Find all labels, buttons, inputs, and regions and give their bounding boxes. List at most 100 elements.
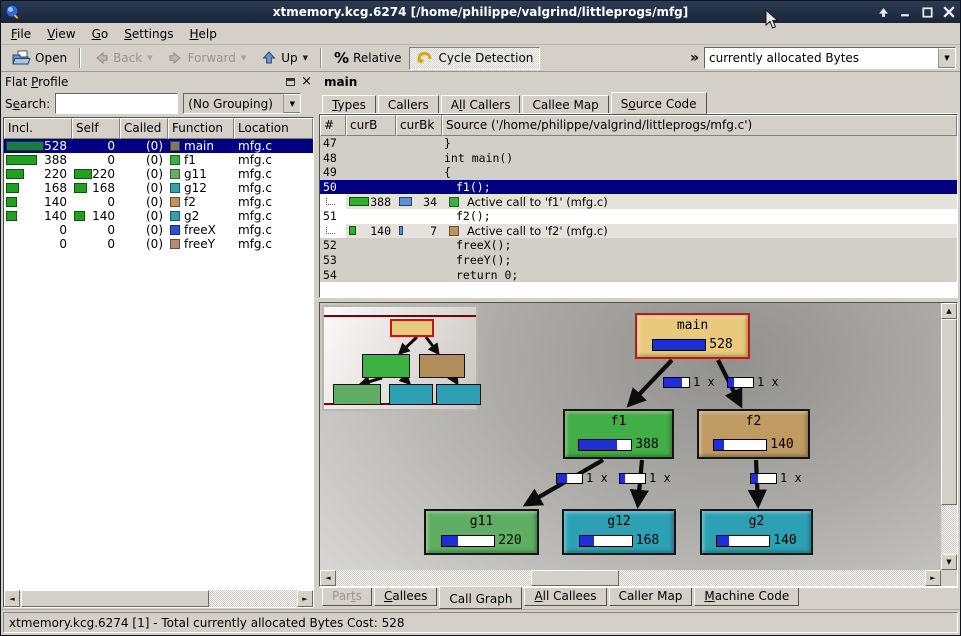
scroll-left-icon[interactable]: ◄ xyxy=(320,570,336,586)
column-header-curb[interactable]: curB xyxy=(346,115,396,136)
scroll-down-icon[interactable]: ▼ xyxy=(941,554,957,570)
scroll-up-icon[interactable]: ▲ xyxy=(941,303,957,319)
column-header-function[interactable]: Function xyxy=(168,118,234,139)
tab-callers[interactable]: Callers xyxy=(378,95,439,114)
forward-button[interactable]: Forward ▼ xyxy=(161,47,254,70)
graph-node-g12[interactable]: g12168 xyxy=(562,509,676,555)
open-button[interactable]: Open xyxy=(5,47,74,70)
function-color-icon xyxy=(170,141,180,151)
graph-node-main[interactable]: main528 xyxy=(635,313,750,359)
cycle-detection-button[interactable]: Cycle Detection xyxy=(409,47,540,70)
column-header-curbk[interactable]: curBk xyxy=(396,115,442,136)
source-line-53[interactable]: 53freeY(); xyxy=(320,253,957,268)
overview-node xyxy=(436,384,481,405)
shade-button[interactable] xyxy=(876,5,890,19)
tab-call-graph[interactable]: Call Graph xyxy=(439,587,522,609)
up-button[interactable]: Up ▼ xyxy=(254,47,315,70)
source-line-47[interactable]: 47} xyxy=(320,136,957,151)
combo-dropdown-icon[interactable]: ▼ xyxy=(938,48,955,68)
column-header-source[interactable]: Source ('/home/philippe/valgrind/littlep… xyxy=(442,115,957,136)
table-row-freeX[interactable]: 00(0)freeXmfg.c xyxy=(4,223,313,237)
graph-node-f1[interactable]: f1388 xyxy=(563,409,674,459)
graph-node-g11[interactable]: g11220 xyxy=(424,509,539,555)
close-button[interactable] xyxy=(942,5,956,19)
scroll-right-icon[interactable]: ► xyxy=(925,570,941,586)
menu-view[interactable]: View xyxy=(39,25,83,43)
minimize-button[interactable] xyxy=(898,5,912,19)
graph-node-g2[interactable]: g2140 xyxy=(700,509,813,555)
dock-title: Flat Profile xyxy=(5,75,68,89)
maximize-button[interactable] xyxy=(920,5,934,19)
toolbar-overflow-chevron[interactable]: » xyxy=(686,50,703,66)
column-header-line[interactable]: # xyxy=(320,115,346,136)
graph-vscrollbar[interactable]: ▲ ▼ xyxy=(941,303,957,570)
tab-callees[interactable]: Callees xyxy=(374,587,437,606)
dock-close-icon[interactable]: × xyxy=(301,77,312,87)
graph-hscrollbar[interactable]: ◄ ► xyxy=(320,570,941,586)
table-row-f1[interactable]: 3880(0)f1mfg.c xyxy=(4,153,313,167)
tab-all-callees[interactable]: All Callees xyxy=(524,587,606,606)
column-header-incl[interactable]: Incl. xyxy=(4,118,72,139)
scroll-left-icon[interactable]: ◄ xyxy=(4,590,20,607)
column-header-location[interactable]: Location xyxy=(234,118,313,139)
called-cell: (0) xyxy=(120,167,168,181)
dock-float-icon[interactable] xyxy=(286,78,295,86)
label-post: arch: xyxy=(20,97,50,111)
flat-profile-hscrollbar[interactable]: ◄ ► xyxy=(4,590,313,607)
curbk-bar xyxy=(399,197,412,206)
source-line-52[interactable]: 52freeX(); xyxy=(320,238,957,253)
search-input[interactable] xyxy=(55,93,178,114)
scroll-right-icon[interactable]: ► xyxy=(297,590,313,607)
tab-all-callers[interactable]: All Callers xyxy=(441,95,521,114)
tab-types[interactable]: Types xyxy=(322,95,376,114)
back-button[interactable]: Back ▼ xyxy=(86,47,160,70)
tab-source-code[interactable]: Source Code xyxy=(611,92,707,114)
source-call-row[interactable]: 1407Active call to 'f2' (mfg.c) xyxy=(320,224,957,239)
menu-help[interactable]: Help xyxy=(181,25,224,43)
titlebar[interactable]: xtmemory.kcg.6274 [/home/philippe/valgri… xyxy=(1,1,960,23)
combo-dropdown-icon[interactable]: ▼ xyxy=(283,94,300,113)
self-bar xyxy=(74,169,92,179)
source-line-48[interactable]: 48int main() xyxy=(320,151,957,166)
dock-header[interactable]: Flat Profile × xyxy=(3,73,314,90)
node-cost-value: 140 xyxy=(773,533,796,548)
source-line-54[interactable]: 54return 0; xyxy=(320,267,957,282)
graph-node-f2[interactable]: f2140 xyxy=(697,409,810,459)
source-call-row[interactable]: 38834Active call to 'f1' (mfg.c) xyxy=(320,194,957,209)
source-line-49[interactable]: 49{ xyxy=(320,165,957,180)
location-cell: mfg.c xyxy=(234,153,313,167)
table-row-f2[interactable]: 1400(0)f2mfg.c xyxy=(4,195,313,209)
table-row-g11[interactable]: 220220(0)g11mfg.c xyxy=(4,167,313,181)
scrollbar-thumb[interactable] xyxy=(21,590,209,607)
menu-settings[interactable]: Settings xyxy=(116,25,181,43)
column-header-called[interactable]: Called xyxy=(120,118,168,139)
cost-type-combo[interactable]: currently allocated Bytes ▼ xyxy=(704,47,956,69)
relative-button[interactable]: % Relative xyxy=(327,47,408,70)
open-label: Open xyxy=(35,51,67,65)
self-value: 0 xyxy=(107,153,120,167)
grouping-combo[interactable]: (No Grouping) ▼ xyxy=(183,93,301,114)
forward-dropdown-icon[interactable]: ▼ xyxy=(241,54,246,62)
up-dropdown-icon[interactable]: ▼ xyxy=(303,54,308,62)
source-code-text: f1(); xyxy=(442,180,957,195)
back-dropdown-icon[interactable]: ▼ xyxy=(147,54,152,62)
menu-go[interactable]: Go xyxy=(84,25,117,43)
tab-callee-map[interactable]: Callee Map xyxy=(522,95,608,114)
scrollbar-thumb[interactable] xyxy=(531,570,619,586)
tab-caller-map[interactable]: Caller Map xyxy=(609,587,693,606)
table-row-freeY[interactable]: 00(0)freeYmfg.c xyxy=(4,237,313,251)
tab-machine-code[interactable]: Machine Code xyxy=(694,587,799,606)
column-header-self[interactable]: Self xyxy=(72,118,120,139)
scrollbar-thumb[interactable] xyxy=(941,319,957,505)
call-graph-view[interactable]: main528 f1388 f2140 g11220 g12168 g2140 ▲ ▼ ◄… xyxy=(319,302,958,587)
table-row-g12[interactable]: 168168(0)g12mfg.c xyxy=(4,181,313,195)
table-row-g2[interactable]: 140140(0)g2mfg.c xyxy=(4,209,313,223)
source-line-51[interactable]: 51f2(); xyxy=(320,209,957,224)
curbk-cell: 7 xyxy=(396,224,442,239)
table-row-main[interactable]: 5280(0)mainmfg.c xyxy=(4,139,313,153)
tab-parts[interactable]: Parts xyxy=(322,587,372,606)
graph-overview-map[interactable] xyxy=(322,305,478,411)
source-line-50[interactable]: 50f1(); xyxy=(320,180,957,195)
menu-file[interactable]: File xyxy=(3,25,39,43)
source-header: # curB curBk Source ('/home/philippe/val… xyxy=(320,115,957,136)
